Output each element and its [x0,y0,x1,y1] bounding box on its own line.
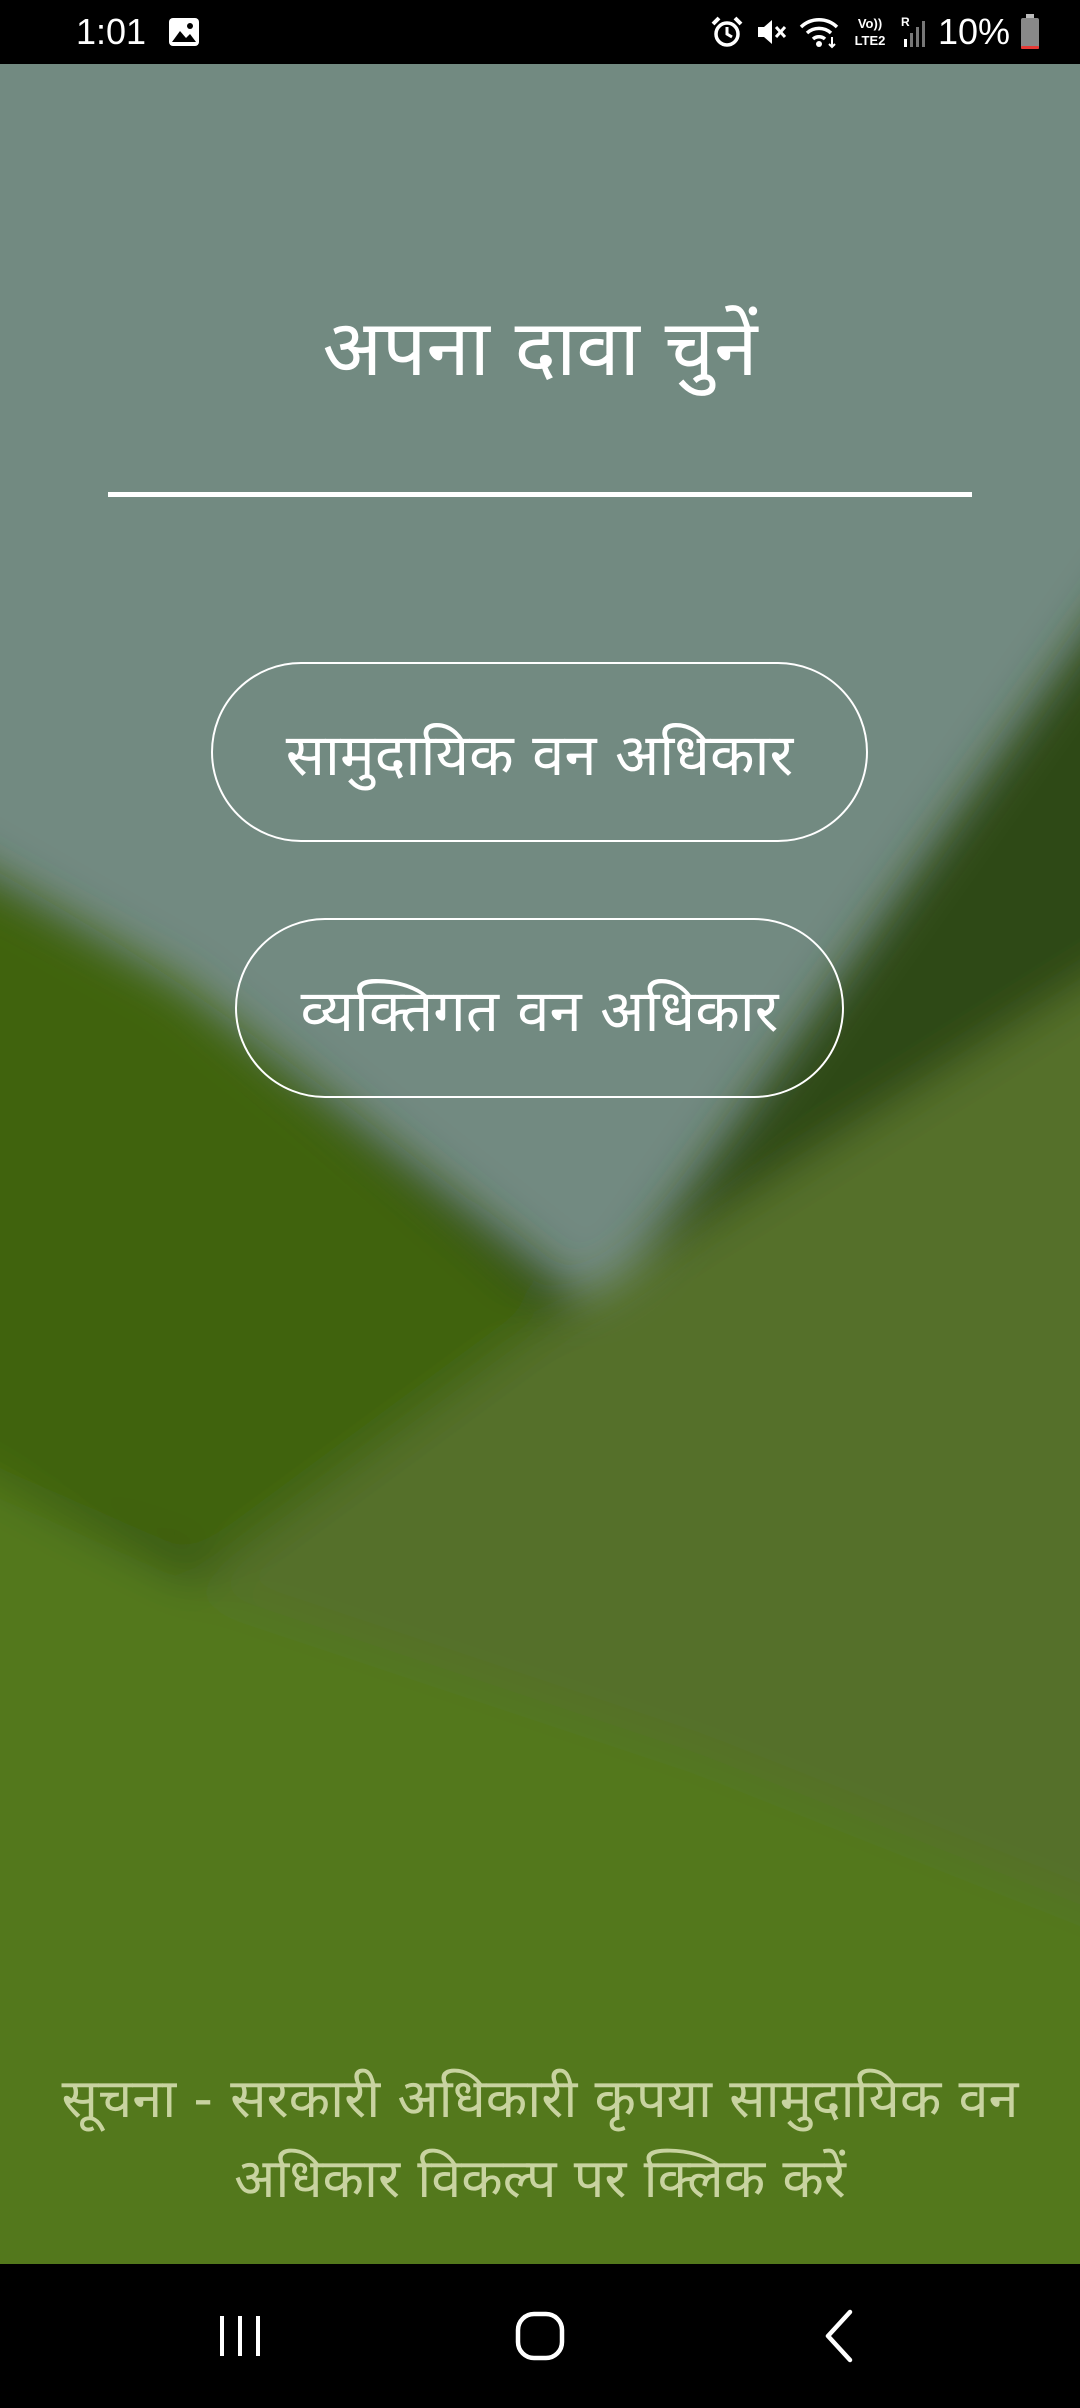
notice-text: सूचना - सरकारी अधिकारी कृपया सामुदायिक व… [61,2067,1019,2210]
svg-text:LTE2: LTE2 [855,33,886,48]
community-forest-rights-button[interactable]: सामुदायिक वन अधिकार [211,662,868,842]
gallery-icon [169,18,199,46]
status-time: 1:01 [76,11,147,52]
page-title: अपना दावा चुनें [322,304,758,394]
status-icons: Vo)) LTE2 R 10% [710,8,1040,56]
home-icon [515,2311,565,2361]
individual-forest-rights-button[interactable]: व्यक्तिगत वन अधिकार [235,918,844,1098]
signal-icon: R [901,15,925,47]
battery-percent: 10% [937,11,1010,52]
home-button[interactable] [440,2264,640,2408]
status-bar: 1:01 Vo)) LTE2 R 10% [0,0,1080,64]
title-divider [108,492,972,497]
navigation-bar [0,2264,1080,2408]
recents-button[interactable] [140,2264,340,2408]
mute-icon [757,20,787,44]
volte-icon: Vo)) LTE2 [855,16,886,48]
back-icon [825,2309,853,2363]
battery-icon [1021,14,1039,49]
alarm-icon [711,16,743,47]
svg-text:R: R [901,15,910,29]
svg-text:Vo)): Vo)) [858,16,882,31]
recents-icon [220,2316,260,2356]
wifi-icon [799,18,839,49]
main-screen: अपना दावा चुनें सामुदायिक वन अधिकार व्यक… [0,64,1080,2264]
back-button[interactable] [740,2264,940,2408]
